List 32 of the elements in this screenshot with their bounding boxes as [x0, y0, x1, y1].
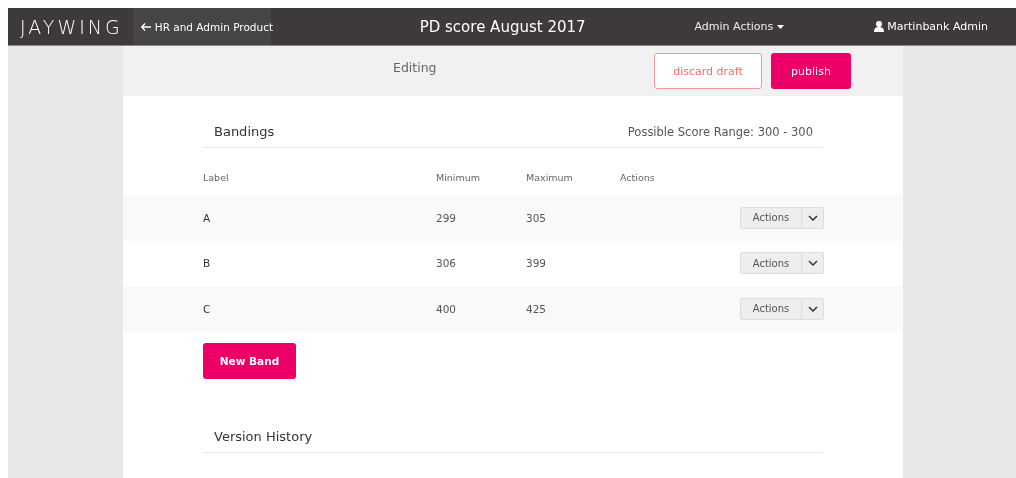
user-menu[interactable]: Martinbank Admin	[874, 8, 988, 45]
table-cell-text: C	[203, 302, 212, 315]
actions-dropdown[interactable]: Actions	[740, 252, 824, 275]
column-header: Label	[203, 172, 230, 185]
table-cell-text: B	[203, 257, 212, 270]
column-header: Actions	[620, 172, 656, 185]
table-cell-text: 425	[526, 302, 548, 315]
caret-icon	[777, 24, 785, 29]
chevron-down-icon	[807, 305, 818, 312]
actions-dropdown[interactable]: Actions	[740, 206, 824, 229]
section-heading: Bandings	[214, 124, 275, 139]
table-cell-text: 399	[526, 257, 548, 270]
left-arrow-icon	[140, 22, 151, 31]
column-header: Minimum	[436, 172, 482, 185]
table-cell-text: 400	[436, 302, 458, 315]
chevron-down-icon	[807, 260, 818, 267]
actions-dropdown[interactable]: Actions	[740, 297, 824, 320]
column-header: Maximum	[526, 172, 574, 185]
brand-logo: JAYWING	[19, 14, 124, 40]
table-cell-text: 299	[436, 211, 458, 224]
score-range: Possible Score Range: 300 - 300	[627, 124, 813, 139]
user-icon	[874, 21, 885, 32]
table-cell-text: 305	[526, 211, 548, 224]
table-cell-text: A	[203, 211, 212, 224]
editing-status: Editing	[393, 60, 437, 75]
new-band-button[interactable]: New Band	[203, 342, 296, 379]
back-link[interactable]: HR and Admin Product	[132, 8, 271, 45]
admin-actions-menu[interactable]: Admin Actions	[694, 8, 785, 45]
section-heading: Version History	[214, 428, 313, 444]
publish-button[interactable]: publish	[771, 53, 851, 89]
chevron-down-icon	[807, 214, 818, 221]
table-cell-text: 306	[436, 257, 458, 270]
